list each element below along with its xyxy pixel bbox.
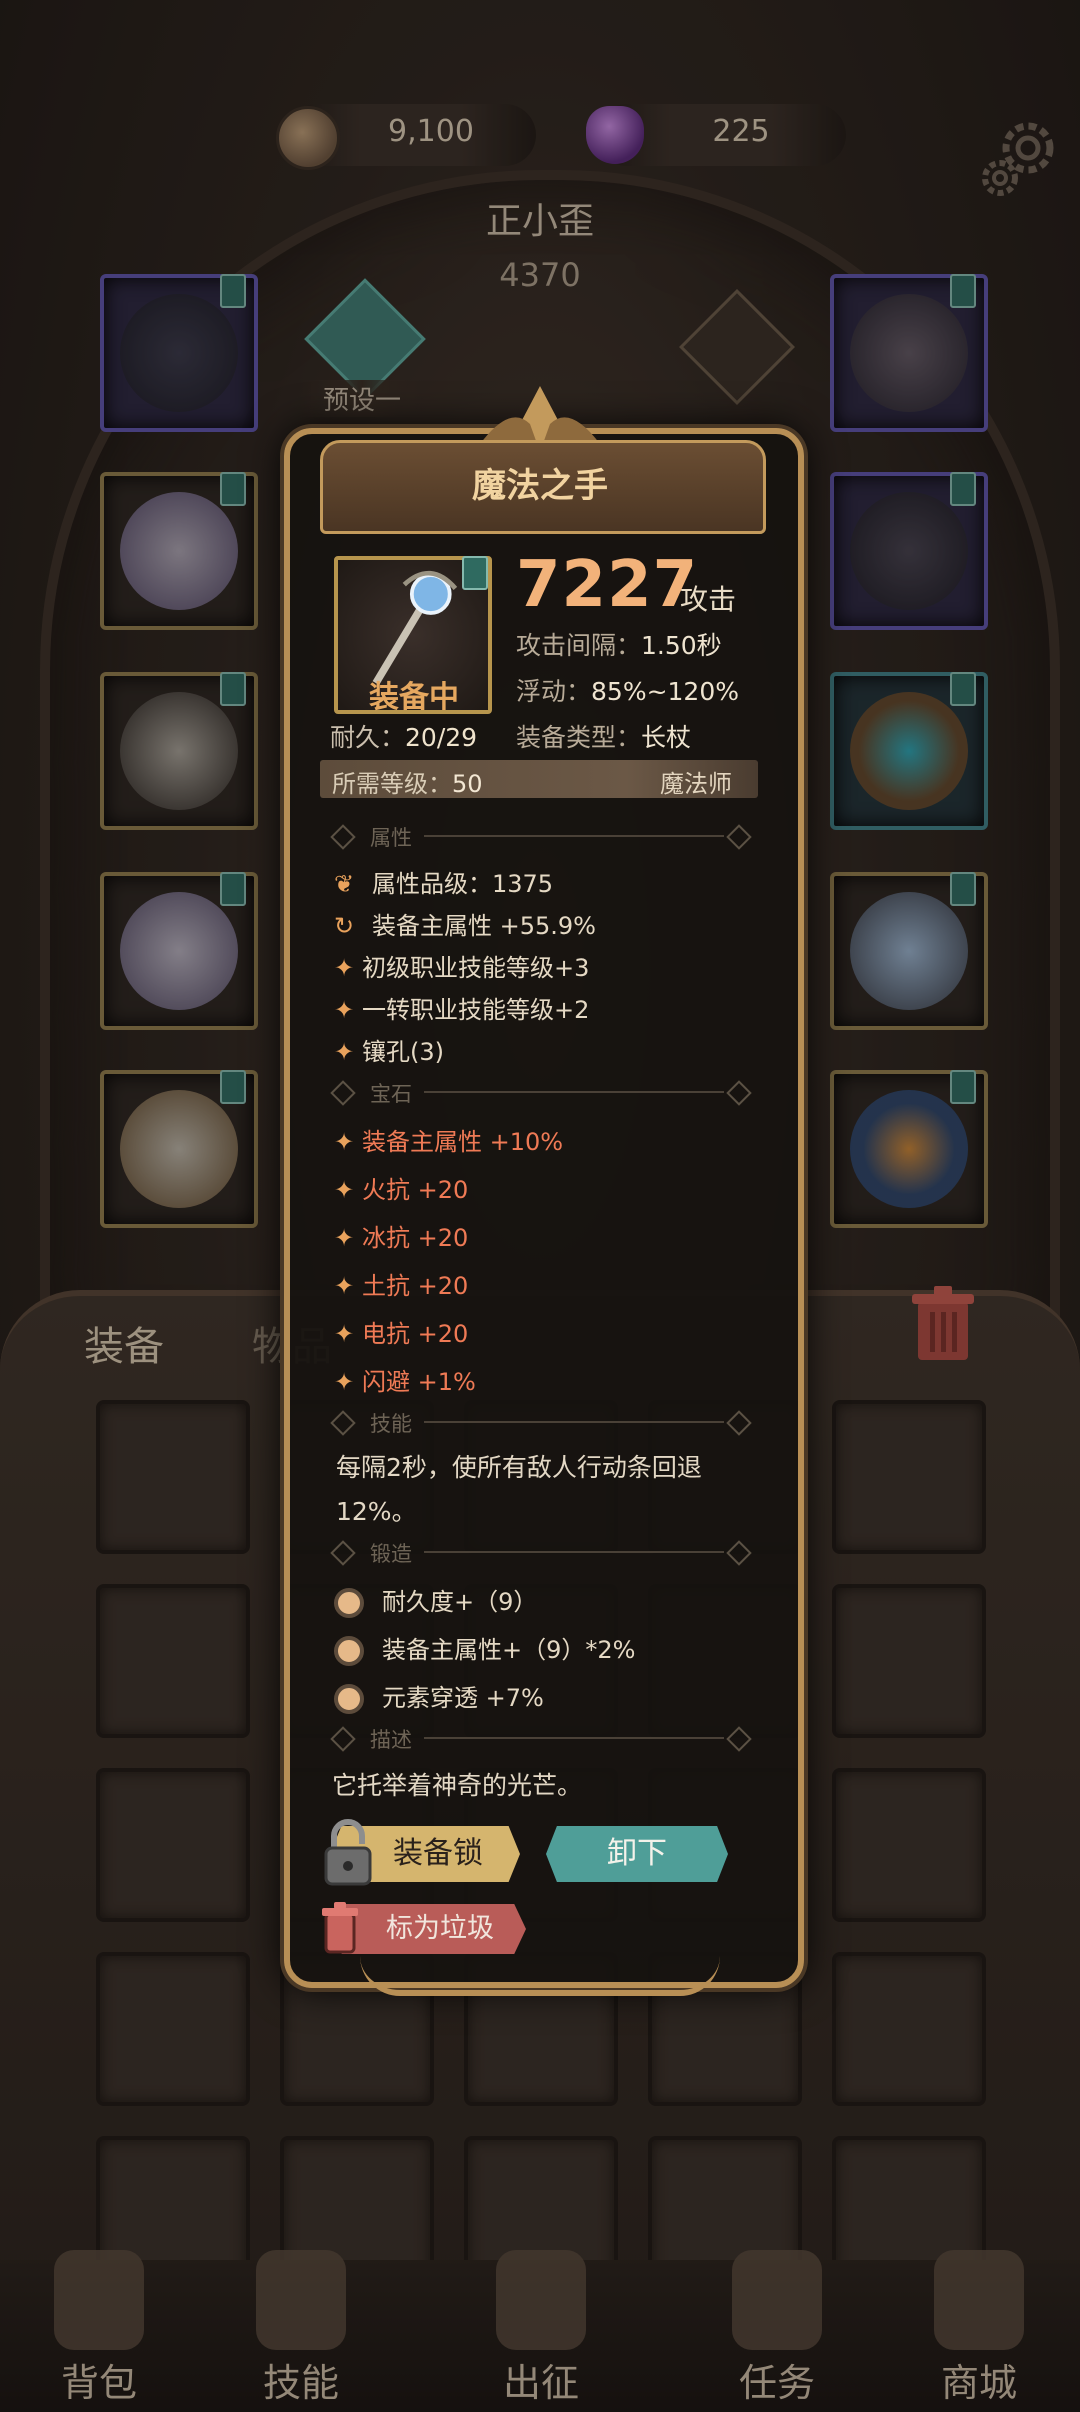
section-diamond-icon [330, 1540, 356, 1566]
attribute-row: ✦ 一转职业技能等级+2 [334, 990, 589, 1025]
padlock-icon [324, 1819, 372, 1886]
forge-text: 装备主属性+（9）*2% [382, 1636, 636, 1664]
forge-dot-icon [334, 1588, 364, 1618]
attribute-text: 初级职业技能等级+3 [362, 954, 590, 982]
durability-value: 20/29 [405, 723, 478, 752]
durability: 耐久：20/29 [330, 718, 477, 754]
mark-trash-label: 标为垃圾 [386, 1913, 494, 1944]
section-diamond-icon [726, 1080, 752, 1106]
attribute-main: ↻ 装备主属性 +55.9% [334, 906, 596, 941]
gem-text: 土抗 +20 [362, 1272, 469, 1300]
gem-text: 闪避 +1% [362, 1368, 476, 1396]
forge-dot-icon [334, 1636, 364, 1666]
sparkle-icon: ✦ [334, 1368, 355, 1396]
equip-type: 装备类型：长杖 [516, 718, 691, 754]
required-level: 所需等级：50 [332, 764, 483, 799]
attribute-text: 镶孔(3) [362, 1038, 444, 1066]
equipped-status: 装备中 [369, 680, 459, 715]
section-diamond-icon [330, 1410, 356, 1436]
gem-text: 装备主属性 +10% [362, 1128, 564, 1156]
gem-text: 冰抗 +20 [362, 1224, 469, 1252]
section-title: 锻造 [370, 1542, 412, 1566]
required-level-label: 所需等级： [332, 770, 452, 798]
sparkle-icon: ✦ [334, 1320, 355, 1348]
durability-label: 耐久： [330, 723, 406, 752]
attribute-text: 一转职业技能等级+2 [362, 996, 590, 1024]
gem-row: ✦ 土抗 +20 [334, 1266, 468, 1301]
attack-label: 攻击 [680, 583, 737, 616]
section-diamond-icon [726, 1410, 752, 1436]
attack-float-label: 浮动： [516, 677, 592, 706]
sparkle-icon: ✦ [334, 1224, 355, 1252]
forge-row: 装备主属性+（9）*2% [334, 1630, 635, 1666]
section-diamond-icon [330, 824, 356, 850]
attribute-row: ✦ 初级职业技能等级+3 [334, 948, 589, 983]
item-name: 魔法之手 [472, 466, 608, 506]
attribute-row: ✦ 镶孔(3) [334, 1032, 444, 1067]
section-title: 描述 [370, 1728, 412, 1752]
required-level-value: 50 [452, 770, 483, 798]
attack-interval-label: 攻击间隔： [516, 631, 642, 660]
item-lock-badge-icon [462, 556, 488, 590]
sparkle-icon: ✦ [334, 1128, 355, 1156]
section-divider [424, 1421, 724, 1423]
sparkle-icon: ✦ [334, 1038, 355, 1066]
gem-row: ✦ 火抗 +20 [334, 1170, 468, 1205]
gem-row: ✦ 闪避 +1% [334, 1362, 476, 1397]
gem-row: ✦ 装备主属性 +10% [334, 1122, 563, 1157]
sparkle-icon: ✦ [334, 1272, 355, 1300]
gem-text: 火抗 +20 [362, 1176, 469, 1204]
item-description: 它托举着神奇的光芒。 [332, 1771, 583, 1800]
forge-row: 耐久度+（9） [334, 1582, 537, 1618]
unequip-button[interactable]: 卸下 [546, 1826, 728, 1882]
equip-type-label: 装备类型： [516, 723, 642, 752]
attack-interval: 攻击间隔：1.50秒 [516, 626, 722, 662]
section-title: 属性 [370, 826, 412, 850]
sparkle-icon: ✦ [334, 996, 355, 1024]
section-diamond-icon [726, 1540, 752, 1566]
equip-type-value: 长杖 [641, 723, 692, 752]
skill-description: 每隔2秒，使所有敌人行动条回退 12%。 [336, 1446, 736, 1534]
required-class: 魔法师 [660, 770, 732, 798]
section-diamond-icon [330, 1726, 356, 1752]
gem-row: ✦ 电抗 +20 [334, 1314, 468, 1349]
equip-lock-label: 装备锁 [393, 1836, 483, 1871]
popup-bottom-ornament [360, 1956, 720, 1996]
attack-float: 浮动：85%~120% [516, 672, 739, 708]
skill-line: 每隔2秒，使所有敌人行动条回退 [336, 1453, 702, 1482]
skill-line: 12%。 [336, 1497, 417, 1526]
attack-value: 7227 [516, 548, 699, 622]
attribute-text: 装备主属性 +55.9% [372, 912, 596, 940]
forge-dot-icon [334, 1684, 364, 1714]
section-title: 宝石 [370, 1082, 412, 1106]
attack-float-value: 85%~120% [591, 677, 740, 706]
section-attributes: 属性 [330, 822, 754, 852]
section-diamond-icon [726, 1726, 752, 1752]
forge-text: 元素穿透 +7% [382, 1684, 544, 1712]
lotus-icon: ❦ [334, 870, 355, 898]
sparkle-icon: ✦ [334, 954, 355, 982]
section-diamond-icon [726, 824, 752, 850]
attribute-grade: ❦ 属性品级：1375 [334, 864, 553, 899]
section-divider [424, 1737, 724, 1739]
section-title: 技能 [370, 1412, 412, 1436]
forge-text: 耐久度+（9） [382, 1588, 538, 1616]
section-description: 描述 [330, 1724, 754, 1754]
trash-lantern-icon [322, 1902, 358, 1954]
forge-row: 元素穿透 +7% [334, 1678, 544, 1714]
gem-text: 电抗 +20 [362, 1320, 469, 1348]
sparkle-icon: ✦ [334, 1176, 355, 1204]
cycle-icon: ↻ [334, 912, 355, 940]
section-skill: 技能 [330, 1408, 754, 1438]
section-divider [424, 835, 724, 837]
section-diamond-icon [330, 1080, 356, 1106]
section-gems: 宝石 [330, 1078, 754, 1108]
section-forge: 锻造 [330, 1538, 754, 1568]
section-divider [424, 1091, 724, 1093]
gem-row: ✦ 冰抗 +20 [334, 1218, 468, 1253]
attribute-text: 属性品级：1375 [372, 870, 554, 898]
section-divider [424, 1551, 724, 1553]
attack-interval-value: 1.50秒 [641, 631, 722, 660]
